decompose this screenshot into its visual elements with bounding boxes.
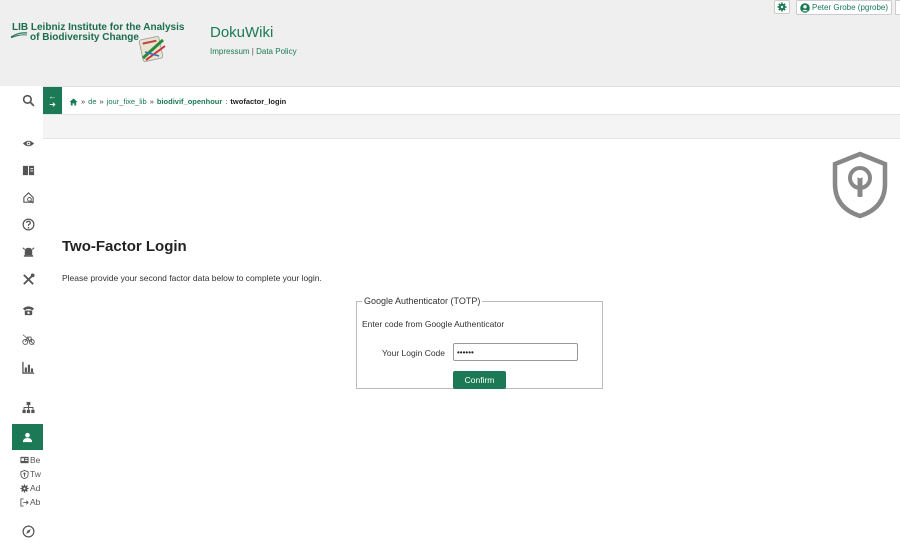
breadcrumb: » de » jour_fixe_lib » biodivif_openhour… — [69, 97, 286, 106]
bike-icon[interactable] — [20, 331, 36, 347]
breadcrumb-sep: » — [81, 97, 86, 106]
logout-icon — [20, 497, 29, 507]
submenu-label: Ad — [30, 483, 41, 493]
book-icon[interactable] — [20, 162, 36, 178]
submenu-item-tw[interactable]: Tw — [20, 469, 43, 479]
wiki-title[interactable]: DokuWiki — [210, 24, 273, 41]
sidebar-toggle-button[interactable]: ← ➜ — [43, 87, 62, 114]
header: LIB Leibniz Institute for the Analysis o… — [0, 0, 900, 86]
sidebar: Be Tw Ad Ab — [0, 86, 43, 547]
user-name: Peter Grobe (pgrobe) — [812, 3, 889, 12]
chart-icon[interactable] — [20, 359, 36, 375]
gear-icon — [20, 483, 29, 493]
submenu-item-be[interactable]: Be — [20, 455, 43, 465]
breadcrumb-current-sep: : — [225, 97, 228, 106]
submenu-label: Tw — [30, 469, 41, 479]
extra-menu-button[interactable] — [895, 0, 900, 15]
submenu-label: Ab — [30, 497, 41, 507]
totp-fieldset: Google Authenticator (TOTP) Enter code f… — [356, 296, 603, 389]
breadcrumb-item-de[interactable]: de — [88, 97, 96, 106]
breadcrumb-item-biodivif-openhour[interactable]: biodivif_openhour — [157, 97, 222, 106]
user-button[interactable]: Peter Grobe (pgrobe) — [796, 0, 892, 15]
shield-key-icon — [832, 151, 888, 219]
user-icon — [22, 432, 33, 442]
login-code-label: Your Login Code — [382, 348, 446, 358]
data-policy-link[interactable]: Data Policy — [256, 47, 296, 56]
login-code-input[interactable] — [453, 343, 578, 361]
alarm-icon[interactable] — [20, 243, 36, 259]
user-circle-icon — [800, 2, 810, 13]
submenu-label: Be — [30, 455, 41, 465]
eye-icon[interactable] — [20, 135, 36, 151]
submenu-item-ab[interactable]: Ab — [20, 497, 43, 507]
user-menu-button[interactable] — [12, 424, 43, 450]
home-search-icon[interactable] — [20, 189, 36, 205]
breadcrumb-sep: » — [149, 97, 154, 106]
help-icon[interactable] — [20, 216, 36, 232]
wiki-logo-icon[interactable] — [137, 32, 169, 64]
submenu-item-ad[interactable]: Ad — [20, 483, 43, 493]
link-separator: | — [251, 47, 254, 56]
totp-legend: Google Authenticator (TOTP) — [364, 296, 481, 306]
search-icon[interactable] — [20, 92, 36, 108]
admin-button[interactable] — [774, 0, 790, 14]
page-toolbar — [43, 114, 900, 139]
confirm-button[interactable]: Confirm — [453, 371, 506, 389]
page-intro: Please provide your second factor data b… — [62, 273, 322, 283]
breadcrumb-current: twofactor_login — [230, 97, 287, 106]
breadcrumb-item-jour-fixe-lib[interactable]: jour_fixe_lib — [107, 97, 147, 106]
page-title: Two-Factor Login — [62, 238, 187, 255]
breadcrumb-sep: » — [99, 97, 104, 106]
tools-icon[interactable] — [20, 271, 36, 287]
card-icon — [20, 456, 29, 464]
arrow-right-icon: ➜ — [49, 99, 56, 109]
sitemap-icon[interactable] — [20, 399, 36, 415]
shield-key-icon — [20, 469, 29, 479]
home-icon[interactable] — [69, 97, 78, 106]
wiki-links: Impressum | Data Policy — [210, 47, 297, 56]
breadcrumb-bar: ← ➜ » de » jour_fixe_lib » biodivif_open… — [43, 86, 900, 114]
impressum-link[interactable]: Impressum — [210, 47, 250, 56]
compass-icon[interactable] — [20, 523, 36, 539]
phone-icon[interactable] — [20, 302, 36, 318]
totp-description: Enter code from Google Authenticator — [362, 319, 505, 329]
gear-icon — [777, 2, 787, 12]
